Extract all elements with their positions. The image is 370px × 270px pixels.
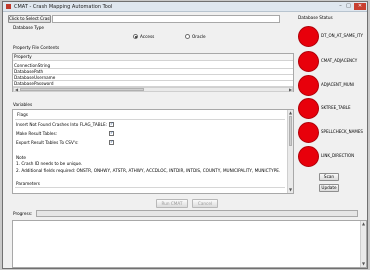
select-crash-file-button[interactable]: Click to Select Crash File... — [8, 15, 51, 23]
variables-vscroll-thumb[interactable] — [289, 116, 292, 146]
status-indicator-3 — [298, 75, 319, 96]
access-radio-label: Access — [140, 34, 155, 39]
variables-panel[interactable]: Flags Insert Not Found Crashes Into FLAG… — [12, 109, 294, 194]
status-indicator-1 — [298, 26, 319, 47]
flag-export-csv-label: Export Result Tables To CSV's: — [16, 140, 79, 145]
scroll-right-icon[interactable]: ▶ — [288, 87, 293, 92]
status-indicator-4 — [298, 98, 319, 119]
cancel-button[interactable]: Cancel — [192, 199, 218, 208]
scroll-left-icon[interactable]: ◀ — [14, 87, 19, 92]
status-label-3: ADJACENT_MUNI — [321, 82, 354, 87]
title-bar: CMAT - Crash Mapping Automation Tool – □… — [3, 2, 367, 12]
status-indicator-5 — [298, 122, 319, 143]
run-cmat-button[interactable]: Run CMAT — [156, 199, 188, 208]
flags-header: Flags — [17, 112, 28, 117]
scan-button[interactable]: Scan — [319, 173, 339, 181]
status-label-2: CMAT_ADJACENCY — [321, 58, 358, 63]
variables-vscrollbar[interactable]: ▲ ▼ — [287, 110, 293, 193]
flag-insert-not-found-checkbox[interactable]: ✓ — [109, 122, 114, 127]
property-grid-hscroll-thumb[interactable] — [20, 88, 144, 91]
progress-label: Progress: — [13, 211, 33, 216]
note-line-2: 2. Additional fields required: ONSTR, ON… — [16, 168, 281, 173]
log-scroll-up-icon[interactable]: ▲ — [361, 221, 366, 226]
property-grid-hscrollbar[interactable]: ◀ ▶ — [13, 87, 293, 92]
status-label-4: SKTREE_TABLE — [321, 105, 351, 110]
flag-make-result-tables-checkbox[interactable]: ✓ — [109, 131, 114, 136]
oracle-radio[interactable] — [185, 34, 190, 39]
database-status-header: Database Status — [298, 15, 333, 20]
status-indicator-6 — [298, 146, 319, 167]
property-grid[interactable]: Property ConnectionString DatabasePath D… — [12, 53, 294, 92]
access-radio-dot — [135, 36, 137, 38]
flag-export-csv-checkbox[interactable]: ✓ — [109, 140, 114, 145]
status-label-1: DT_ON_AT_SAME_ITY — [321, 33, 363, 38]
update-button[interactable]: Update — [319, 184, 339, 192]
maximize-button[interactable]: □ — [345, 3, 352, 10]
status-label-5: SPELLCHECK_NAMES — [321, 129, 363, 134]
app-icon — [6, 4, 11, 9]
access-radio[interactable] — [133, 34, 138, 39]
variables-header: Variables — [13, 102, 33, 107]
property-file-header: Property File Contents — [13, 45, 60, 50]
window-title: CMAT - Crash Mapping Automation Tool — [14, 4, 113, 10]
progress-bar — [36, 210, 358, 217]
close-button[interactable]: ✕ — [354, 3, 366, 10]
parameters-divider — [15, 187, 285, 188]
log-vscrollbar[interactable]: ▲ ▼ — [360, 221, 366, 267]
note-header: Note — [16, 155, 26, 160]
flag-make-result-tables-label: Make Result Tables: — [16, 131, 58, 136]
scroll-up-icon[interactable]: ▲ — [288, 110, 293, 115]
property-column-header: Property — [13, 54, 293, 61]
log-scroll-down-icon[interactable]: ▼ — [361, 261, 366, 266]
flag-insert-not-found-label: Insert Not Found Crashes Into FLAG_TABLE… — [16, 122, 108, 127]
scroll-down-icon[interactable]: ▼ — [288, 187, 293, 192]
parameters-header: Parameters — [16, 181, 40, 186]
database-type-label: Database Type — [13, 25, 44, 30]
note-line-1: 1. Crash ID needs to be unique. — [16, 161, 83, 166]
log-output[interactable]: ▲ ▼ — [12, 220, 367, 268]
oracle-radio-label: Oracle — [192, 34, 206, 39]
status-label-6: LINK_DIRECTION — [321, 153, 355, 158]
crash-file-path-field[interactable] — [52, 15, 280, 23]
status-indicator-2 — [298, 51, 319, 72]
minimize-button[interactable]: – — [337, 3, 344, 10]
main-window: CMAT - Crash Mapping Automation Tool – □… — [2, 1, 368, 269]
flags-divider — [15, 119, 285, 120]
